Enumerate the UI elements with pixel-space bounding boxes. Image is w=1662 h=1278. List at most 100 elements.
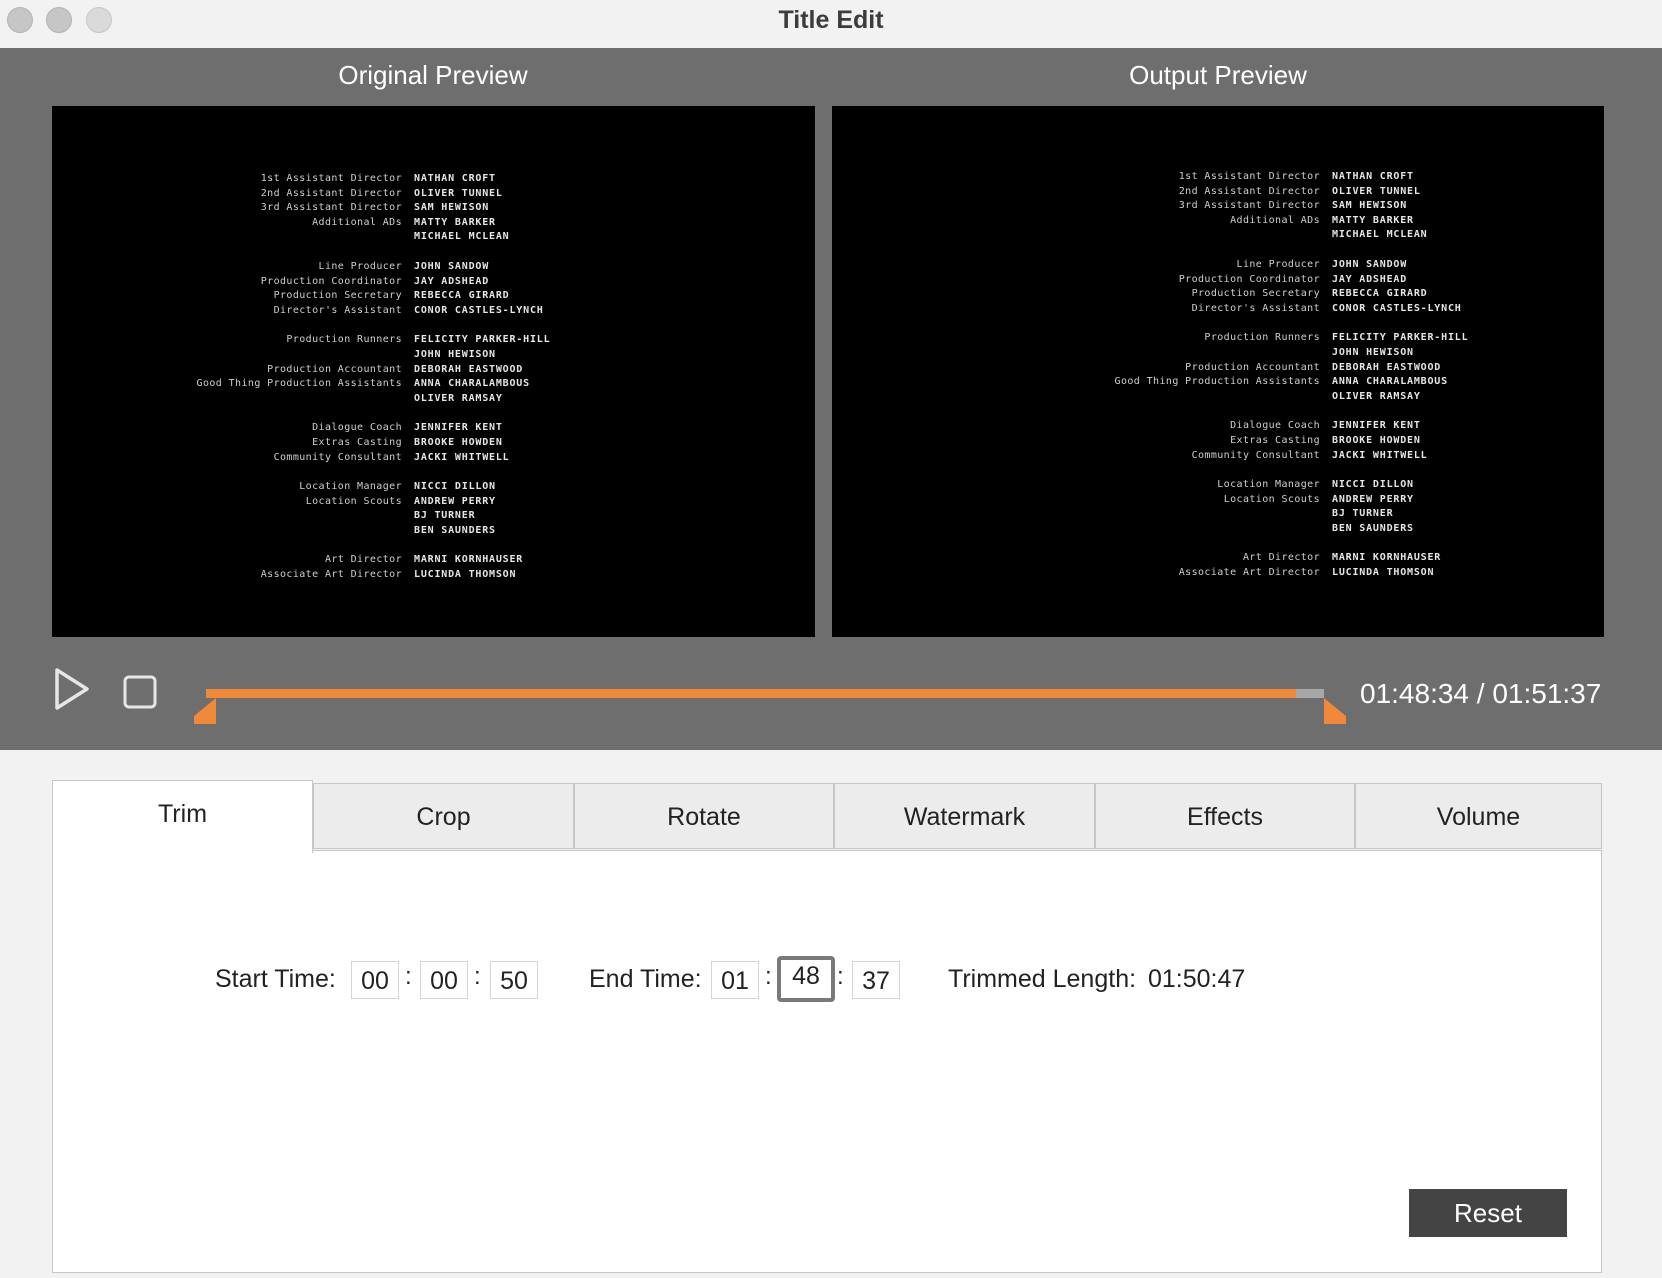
credit-role: Line Producer [1236,258,1320,270]
credit-name: MARNI KORNHAUSER [1332,552,1442,564]
credit-name: OLIVER RAMSAY [414,392,503,404]
credit-role: Associate Art Director [1178,567,1320,579]
credit-name: JOHN HEWISON [414,348,496,360]
trim-end-handle[interactable] [1324,698,1346,716]
credit-row: JOHN HEWISON [832,346,1604,361]
credit-row: Good Thing Production Assistants ANNA CHA… [52,377,815,392]
credit-group: Line Producer JOHN SANDOW Production Coord… [832,258,1604,316]
credit-role: Production Accountant [1185,361,1320,373]
credit-row: Line Producer JOHN SANDOW [52,260,815,275]
credit-role: Dialogue Coach [1230,420,1320,432]
tab-effects[interactable]: Effects [1095,783,1355,849]
tab-rotate[interactable]: Rotate [574,783,834,849]
credit-group: Production Runners FELICITY PARKER-HILL JO… [832,331,1604,404]
trim-end-handle-base[interactable] [1324,716,1346,724]
credit-role: Location Manager [299,481,402,493]
credit-role: Community Consultant [273,451,402,463]
credit-role: Production Coordinator [1178,273,1320,285]
tab-trim[interactable]: Trim [52,780,313,853]
credit-row: 2nd Assistant Director OLIVER TUNNEL [52,187,815,202]
credit-row: Location Manager NICCI DILLON [52,480,815,495]
credit-group: Art Director MARNI KORNHAUSER Associate Ar… [52,553,815,582]
credit-row: Production Runners FELICITY PARKER-HILL [832,331,1604,346]
credit-name: LUCINDA THOMSON [414,569,517,581]
credit-name: DEBORAH EASTWOOD [414,363,524,375]
trimmed-length-value: 01:50:47 [1148,965,1246,993]
credit-group: Dialogue Coach JENNIFER KENT Extras Castin… [52,421,815,465]
credit-row: Additional ADs MATTY BARKER [832,214,1604,229]
credit-row: BJ TURNER [832,507,1604,522]
credit-group: Production Runners FELICITY PARKER-HILL JO… [52,333,815,406]
tab-volume[interactable]: Volume [1355,783,1602,849]
time-separator: : [765,963,772,990]
time-separator: : [405,963,412,990]
stop-button[interactable] [122,674,158,710]
credit-name: ANNA CHARALAMBOUS [414,378,530,390]
output-preview-heading: Output Preview [1129,60,1307,90]
credit-name: OLIVER TUNNEL [414,187,503,199]
credit-name: REBECCA GIRARD [1332,288,1428,300]
credit-role: 2nd Assistant Director [260,187,402,199]
timecode-display: 01:48:34 / 01:51:37 [1360,678,1602,709]
credit-name: ANDREW PERRY [414,495,496,507]
start-minutes-field[interactable]: 00 [420,961,468,999]
play-button[interactable] [52,666,92,712]
credit-row: Production Coordinator JAY ADSHEAD [52,275,815,290]
credit-name: BJ TURNER [414,510,476,522]
credit-name: CONOR CASTLES-LYNCH [1332,302,1462,314]
credit-name: BEN SAUNDERS [414,524,496,536]
timeline-track[interactable] [206,689,1324,698]
credit-name: ANDREW PERRY [1332,493,1414,505]
credit-row: Production Secretary REBECCA GIRARD [832,287,1604,302]
credit-role: 1st Assistant Director [260,173,402,184]
credit-name: BJ TURNER [1332,508,1394,520]
credit-row: Art Director MARNI KORNHAUSER [52,553,815,568]
credit-row: Additional ADs MATTY BARKER [52,216,815,231]
start-seconds-field[interactable]: 50 [490,961,538,999]
credit-row: OLIVER RAMSAY [832,390,1604,405]
credit-row: Production Runners FELICITY PARKER-HILL [52,333,815,348]
credit-name: NICCI DILLON [1332,479,1414,491]
credit-name: OLIVER TUNNEL [1332,185,1421,197]
credit-row: MICHAEL MCLEAN [52,230,815,245]
credit-name: JOHN SANDOW [414,260,490,272]
end-minutes-field[interactable]: 48 [777,956,835,1002]
tab-crop[interactable]: Crop [313,783,574,849]
credit-name: MATTY BARKER [1332,214,1414,226]
reset-button[interactable]: Reset [1409,1189,1567,1237]
credit-group: 1st Assistant Director NATHAN CROFT 2nd As… [52,172,815,245]
credit-row: Location Scouts ANDREW PERRY [52,495,815,510]
trim-panel [52,850,1602,1273]
start-hours-field[interactable]: 00 [351,961,399,999]
credit-name: ANNA CHARALAMBOUS [1332,376,1448,388]
stop-icon [123,675,157,709]
trim-start-handle-base[interactable] [194,716,216,724]
end-time-label: End Time: [589,965,702,993]
credit-row: Line Producer JOHN SANDOW [832,258,1604,273]
credit-group: Location Manager NICCI DILLON Location Sco… [832,478,1604,536]
credit-row: 1st Assistant Director NATHAN CROFT [832,170,1604,185]
credit-role: Director's Assistant [273,304,402,316]
credit-role [102,230,414,245]
credit-name: JENNIFER KENT [1332,420,1421,432]
credit-row: Location Scouts ANDREW PERRY [832,493,1604,508]
credit-name: MICHAEL MCLEAN [414,231,510,243]
time-separator: : [474,963,481,990]
credit-role [102,509,414,524]
credit-row: BEN SAUNDERS [832,522,1604,537]
tab-watermark[interactable]: Watermark [834,783,1095,849]
credit-role: Additional ADs [312,216,402,228]
end-hours-field[interactable]: 01 [711,961,759,999]
edit-tabs: Trim Crop Rotate Watermark Effects Volum… [52,780,1602,853]
trim-start-handle[interactable] [194,698,216,716]
credit-row: Community Consultant JACKI WHITWELL [832,449,1604,464]
credit-row: Dialogue Coach JENNIFER KENT [52,421,815,436]
credit-role: Art Director [1242,552,1320,564]
credit-row: Production Secretary REBECCA GIRARD [52,289,815,304]
original-preview-video: 1st Assistant Director NATHAN CROFT 2nd As… [52,106,815,637]
credit-row: Extras Casting BROOKE HOWDEN [832,434,1604,449]
end-seconds-field[interactable]: 37 [852,961,900,999]
credit-role: Location Scouts [1223,493,1320,505]
credit-role: Good Thing Production Assistants [1114,376,1320,388]
credit-group: Line Producer JOHN SANDOW Production Coord… [52,260,815,318]
